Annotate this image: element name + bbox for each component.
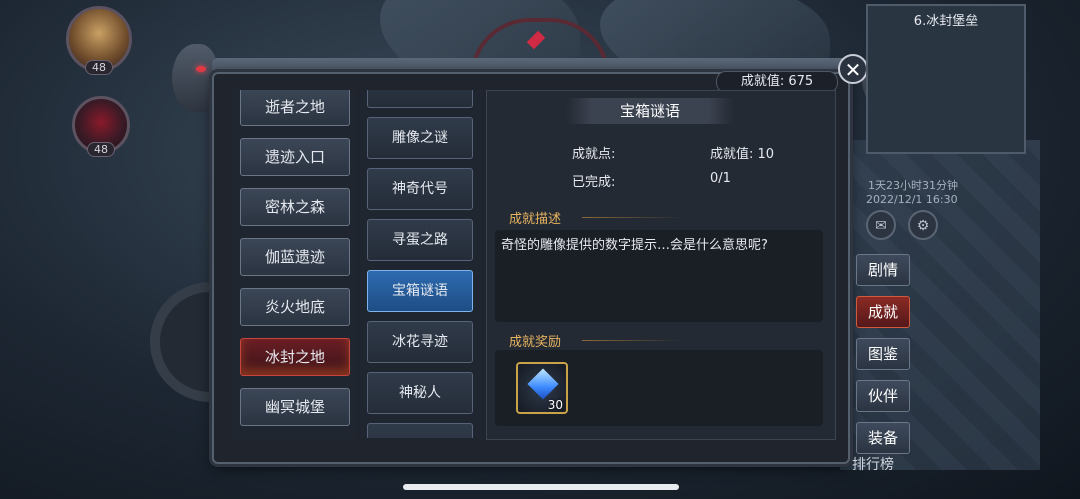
divider xyxy=(582,340,682,341)
companion-level-badge: 48 xyxy=(87,142,115,157)
points-value: 成就值: 10 xyxy=(710,147,775,162)
divider xyxy=(582,217,682,218)
reward-item[interactable]: 30 xyxy=(516,362,568,414)
event-date: 2022/12/1 16:30 xyxy=(866,193,958,206)
story-button[interactable]: 剧情 xyxy=(856,254,910,286)
partner-button[interactable]: 伙伴 xyxy=(856,380,910,412)
hero-portrait[interactable]: 48 xyxy=(66,6,132,75)
region-item[interactable]: 逝者之地 xyxy=(240,90,350,126)
achievement-item[interactable]: 神秘人 xyxy=(367,372,473,414)
achievement-item-partial[interactable] xyxy=(367,90,473,108)
points-label: 成就点: xyxy=(572,147,616,162)
achievement-item[interactable]: 寻蛋之路 xyxy=(367,219,473,261)
minimap[interactable]: 6.冰封堡垒 xyxy=(866,4,1026,154)
region-item[interactable]: 伽蓝遗迹 xyxy=(240,238,350,276)
achievement-button[interactable]: 成就 xyxy=(856,296,910,328)
diamond-icon xyxy=(527,368,559,400)
gear-icon[interactable]: ⚙ xyxy=(908,210,938,240)
close-button[interactable]: ✕ xyxy=(838,54,868,84)
reward-quantity: 30 xyxy=(547,398,563,412)
mail-icon[interactable]: ✉ xyxy=(866,210,896,240)
achievement-item[interactable]: 冰花寻迹 xyxy=(367,321,473,363)
description-text: 奇怪的雕像提供的数字提示…会是什么意思呢? xyxy=(495,230,823,322)
region-item-active[interactable]: 冰封之地 xyxy=(240,338,350,376)
region-item[interactable]: 密林之森 xyxy=(240,188,350,226)
completion-label: 已完成: xyxy=(572,175,616,190)
achievement-title: 宝箱谜语 xyxy=(566,98,734,124)
home-indicator[interactable] xyxy=(403,484,679,490)
achievement-item-partial[interactable] xyxy=(367,423,473,438)
achievement-list[interactable]: 雕像之谜 神奇代号 寻蛋之路 宝箱谜语 冰花寻迹 神秘人 xyxy=(360,90,482,438)
leaderboard-label[interactable]: 排行榜 xyxy=(852,454,894,474)
region-item[interactable]: 幽冥城堡 xyxy=(240,388,350,426)
region-item[interactable]: 遗迹入口 xyxy=(240,138,350,176)
achievement-item[interactable]: 神奇代号 xyxy=(367,168,473,210)
event-timer: 1天23小时31分钟 xyxy=(868,179,958,192)
companion-portrait[interactable]: 48 xyxy=(72,96,130,157)
region-item[interactable]: 炎火地底 xyxy=(240,288,350,326)
achievement-item[interactable]: 雕像之谜 xyxy=(367,117,473,159)
equipment-button[interactable]: 装备 xyxy=(856,422,910,454)
hero-level-badge: 48 xyxy=(85,60,113,75)
completion-value: 0/1 xyxy=(710,171,731,186)
reward-header: 成就奖励 xyxy=(509,335,562,350)
description-header: 成就描述 xyxy=(509,212,562,227)
map-title: 6.冰封堡垒 xyxy=(913,14,979,29)
codex-button[interactable]: 图鉴 xyxy=(856,338,910,370)
achievement-item-active[interactable]: 宝箱谜语 xyxy=(367,270,473,312)
region-list[interactable]: 逝者之地 遗迹入口 密林之森 伽蓝遗迹 炎火地底 冰封之地 幽冥城堡 xyxy=(232,90,356,438)
